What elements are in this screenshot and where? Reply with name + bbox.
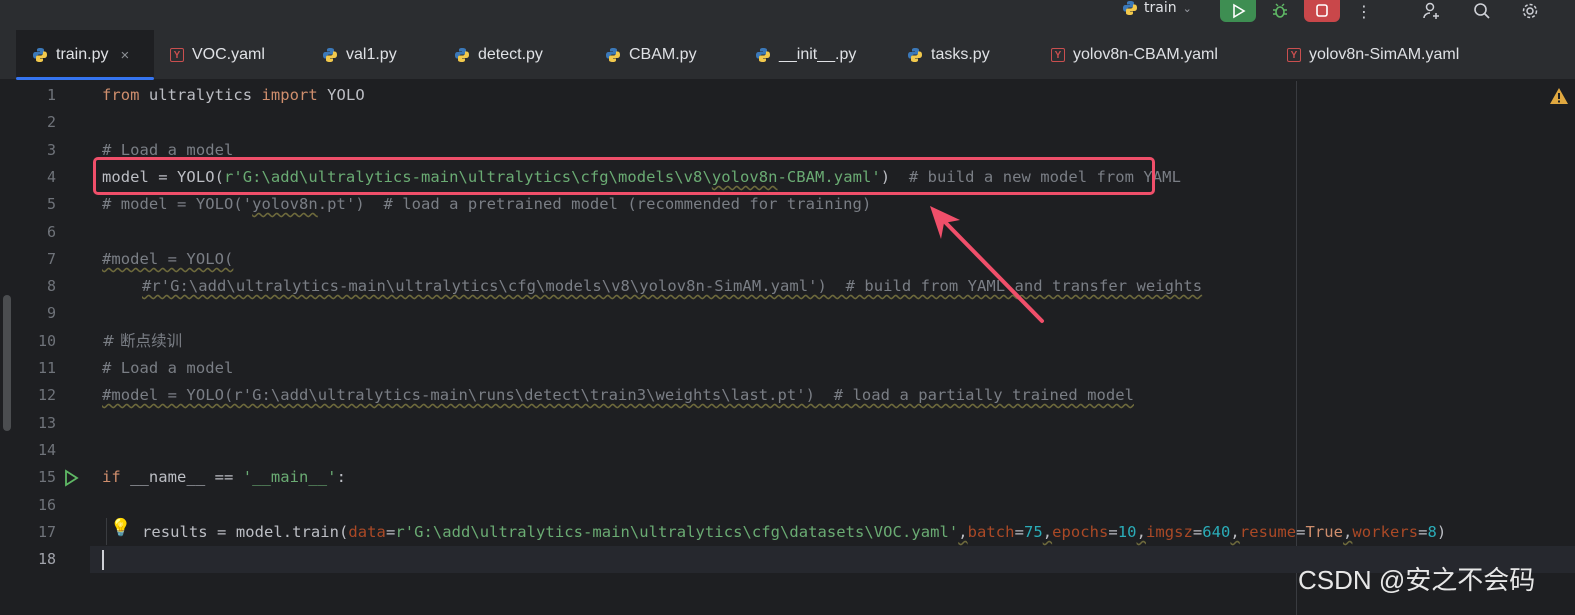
bug-icon (1273, 3, 1287, 18)
tab-label: detect.py (478, 46, 543, 63)
tab-init-py[interactable]: __init__.py (755, 30, 856, 80)
python-icon (455, 48, 469, 62)
code-editor[interactable]: 1 2 3 4 5 6 7 8 9 10 11 12 13 14 15 16 1… (0, 81, 1575, 615)
python-icon (323, 48, 337, 62)
yaml-icon: Y (170, 48, 184, 62)
tab-cbam-py[interactable]: CBAM.py (605, 30, 697, 80)
python-icon (756, 48, 770, 62)
editor-tab-bar: train.py × Y VOC.yaml val1.py detect.py … (0, 30, 1575, 80)
tab-label: tasks.py (931, 46, 990, 63)
tab-label: VOC.yaml (192, 46, 265, 63)
settings-button[interactable] (1518, 0, 1542, 22)
python-icon (33, 48, 47, 62)
more-actions-button[interactable]: ⋮ (1352, 0, 1376, 22)
watermark: CSDN @安之不会码 (1298, 565, 1536, 595)
tab-val1-py[interactable]: val1.py (322, 30, 397, 80)
python-icon (1123, 1, 1137, 15)
tab-label: yolov8n-CBAM.yaml (1073, 46, 1218, 63)
tab-voc-yaml[interactable]: Y VOC.yaml (170, 30, 265, 80)
chevron-down-icon: ⌄ (1182, 1, 1192, 15)
stop-icon (1316, 4, 1328, 17)
main-toolbar: train ⌄ ⋮ (0, 0, 1575, 30)
tab-train-py[interactable]: train.py × (16, 30, 154, 80)
tab-yolov8n-simam-yaml[interactable]: Y yolov8n-SimAM.yaml (1287, 30, 1459, 80)
tab-label: yolov8n-SimAM.yaml (1309, 46, 1460, 63)
add-user-button[interactable] (1420, 0, 1444, 22)
tab-label: train.py (56, 46, 109, 63)
debug-button[interactable] (1268, 0, 1292, 22)
run-icon (1233, 3, 1246, 19)
run-button[interactable] (1220, 0, 1256, 22)
tab-detect-py[interactable]: detect.py (454, 30, 543, 80)
stop-button[interactable] (1304, 0, 1340, 22)
close-icon[interactable]: × (120, 47, 129, 64)
search-button[interactable] (1470, 0, 1494, 22)
tab-label: __init__.py (779, 46, 857, 63)
tab-tasks-py[interactable]: tasks.py (907, 30, 990, 80)
yaml-icon: Y (1051, 48, 1065, 62)
run-configuration-selector[interactable]: train ⌄ (1122, 0, 1192, 16)
more-vertical-icon: ⋮ (1356, 1, 1372, 21)
python-icon (606, 48, 620, 62)
run-config-label: train (1144, 0, 1177, 16)
tab-label: val1.py (346, 46, 397, 63)
add-user-icon (1423, 2, 1439, 19)
tab-label: CBAM.py (629, 46, 697, 63)
yaml-icon: Y (1287, 48, 1301, 62)
search-icon (1474, 3, 1490, 19)
tab-yolov8n-cbam-yaml[interactable]: Y yolov8n-CBAM.yaml (1051, 30, 1218, 80)
annotation-arrow (930, 206, 1044, 323)
gear-icon (1522, 3, 1538, 19)
python-icon (908, 48, 922, 62)
